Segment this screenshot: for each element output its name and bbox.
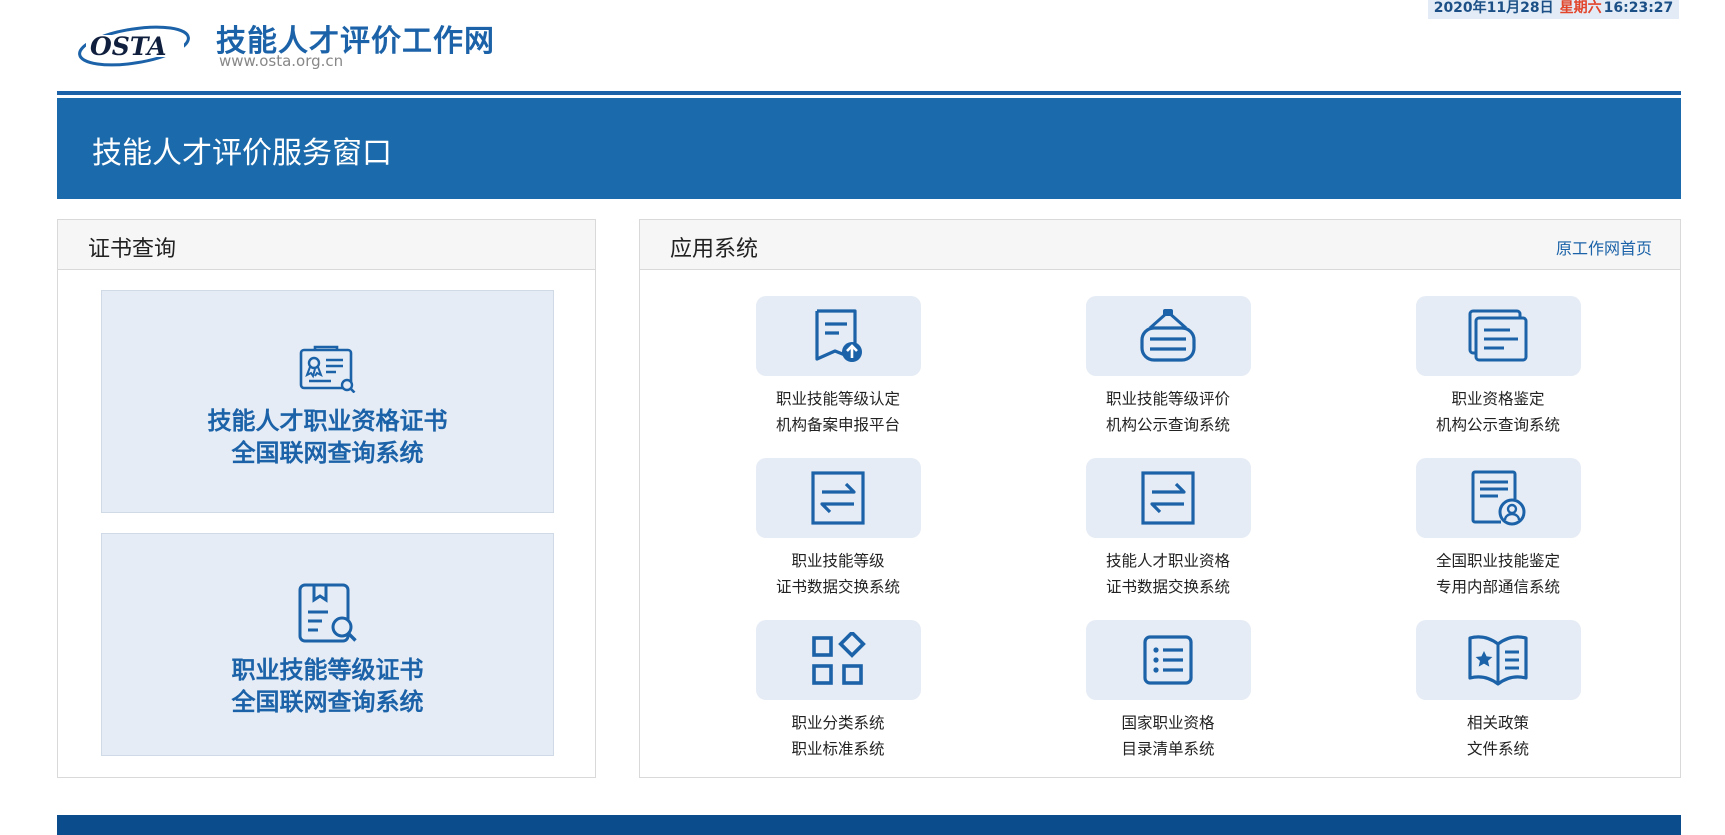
app-label-line1: 全国职业技能鉴定	[1435, 552, 1560, 570]
exchange-arrows-icon	[1141, 471, 1195, 525]
document-search-icon	[298, 583, 357, 643]
app-label-line2: 目录清单系统	[1121, 740, 1215, 758]
app-label-line1: 职业技能等级	[791, 552, 885, 570]
app-tile	[1415, 620, 1581, 700]
svg-text:OSTA: OSTA	[90, 32, 166, 61]
app-related-policy-documents[interactable]: 相关政策 文件系统	[1368, 620, 1628, 762]
app-label-line2: 机构公示查询系统	[1105, 416, 1230, 434]
app-skill-level-recognition-filing[interactable]: 职业技能等级认定 机构备案申报平台	[708, 296, 968, 438]
skill-level-certificate-query-card[interactable]: 职业技能等级证书 全国联网查询系统	[101, 533, 554, 756]
service-banner: 技能人才评价服务窗口	[57, 98, 1681, 199]
panel-header: 应用系统 原工作网首页	[640, 220, 1680, 270]
app-label-line1: 职业资格鉴定	[1451, 390, 1545, 408]
app-tile	[755, 458, 921, 538]
footer-bar	[57, 815, 1681, 835]
policy-book-icon	[1468, 635, 1528, 686]
app-skill-level-certificate-exchange[interactable]: 职业技能等级 证书数据交换系统	[708, 458, 968, 600]
site-header: OSTA 技能人才评价工作网 www.osta.org.cn 2020年11月2…	[0, 0, 1725, 95]
stacked-documents-icon	[1468, 309, 1528, 362]
site-url: www.osta.org.cn	[219, 52, 344, 70]
date-time-display: 2020年11月28日 星期六 16:23:27	[1428, 0, 1679, 19]
panel-title: 证书查询	[88, 237, 177, 262]
app-skill-level-evaluation-publicity[interactable]: 职业技能等级评价 机构公示查询系统	[1038, 296, 1298, 438]
card-title-line2: 全国联网查询系统	[231, 688, 424, 716]
app-qualification-certificate-exchange[interactable]: 技能人才职业资格 证书数据交换系统	[1038, 458, 1298, 600]
app-label-line2: 机构备案申报平台	[775, 416, 900, 434]
app-label-line1: 职业技能等级评价	[1105, 390, 1230, 408]
app-national-qualification-catalog[interactable]: 国家职业资格 目录清单系统	[1038, 620, 1298, 762]
app-tile	[755, 296, 921, 376]
osta-logo[interactable]: OSTA	[76, 20, 194, 70]
app-tile	[1085, 296, 1251, 376]
app-internal-communication[interactable]: 全国职业技能鉴定 专用内部通信系统	[1368, 458, 1628, 600]
document-upload-icon	[815, 309, 862, 362]
app-tile	[1415, 296, 1581, 376]
date-text: 2020年11月28日	[1433, 0, 1554, 16]
app-vocational-qualification-publicity[interactable]: 职业资格鉴定 机构公示查询系统	[1368, 296, 1628, 438]
app-label-line2: 职业标准系统	[791, 740, 885, 758]
app-label-line2: 证书数据交换系统	[775, 578, 900, 596]
app-label-line2: 证书数据交换系统	[1105, 578, 1230, 596]
certificate-query-panel: 证书查询 技能人才职业资格证书 全国联网查询系统 职业技能等级证书 全国联网查询…	[57, 219, 596, 778]
app-label-line1: 相关政策	[1466, 714, 1529, 732]
application-systems-panel: 应用系统 原工作网首页 职业技能等级认定 机构备案申报平台 职业技能等级评价 机…	[639, 219, 1681, 778]
app-label-line1: 职业技能等级认定	[775, 390, 900, 408]
time-text: 16:23:27	[1603, 0, 1674, 16]
app-label-line1: 国家职业资格	[1121, 714, 1215, 732]
card-title-line1: 技能人才职业资格证书	[207, 407, 448, 435]
app-label-line1: 职业分类系统	[791, 714, 885, 732]
app-label-line2: 机构公示查询系统	[1435, 416, 1560, 434]
category-grid-icon	[812, 632, 866, 685]
panel-header: 证书查询	[58, 220, 595, 270]
app-tile	[1085, 458, 1251, 538]
document-user-icon	[1471, 470, 1526, 526]
app-tile	[1415, 458, 1581, 538]
original-homepage-link[interactable]: 原工作网首页	[1556, 235, 1652, 259]
card-title-line2: 全国联网查询系统	[231, 439, 424, 467]
exchange-arrows-icon	[811, 471, 865, 525]
header-divider	[57, 91, 1681, 95]
card-title-line1: 职业技能等级证书	[231, 656, 424, 684]
app-label-line2: 专用内部通信系统	[1435, 578, 1560, 596]
app-occupation-classification-standards[interactable]: 职业分类系统 职业标准系统	[708, 620, 968, 762]
panel-title: 应用系统	[670, 237, 759, 262]
list-icon	[1143, 635, 1193, 685]
app-label-line1: 技能人才职业资格	[1105, 552, 1230, 570]
weekday-text: 星期六	[1559, 0, 1602, 16]
banner-title: 技能人才评价服务窗口	[92, 136, 392, 171]
app-tile	[755, 620, 921, 700]
app-tile	[1085, 620, 1251, 700]
qualification-certificate-query-card[interactable]: 技能人才职业资格证书 全国联网查询系统	[101, 290, 554, 513]
app-label-line2: 文件系统	[1466, 740, 1529, 758]
signboard-icon	[1140, 309, 1196, 362]
certificate-search-icon	[299, 345, 355, 393]
